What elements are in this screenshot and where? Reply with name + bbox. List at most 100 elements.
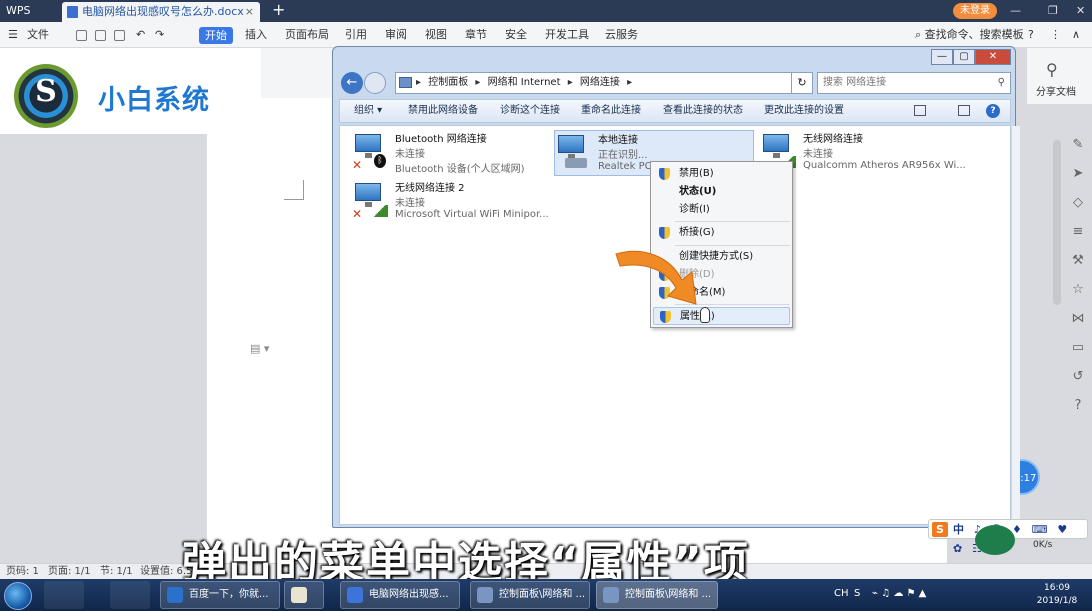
- explorer-close-icon[interactable]: ✕: [975, 49, 1011, 65]
- organize-button[interactable]: 组织 ▾: [354, 100, 382, 122]
- view-status-button[interactable]: 查看此连接的状态: [663, 100, 743, 122]
- document-tab[interactable]: 电脑网络出现感叹号怎么办.docx ×: [62, 2, 260, 22]
- system-clock[interactable]: 16:09 2019/1/8: [1030, 582, 1084, 608]
- archive-icon[interactable]: ▭: [1064, 333, 1092, 362]
- preview-pane-icon[interactable]: [958, 105, 970, 116]
- taskbar-app-qq[interactable]: [44, 581, 84, 609]
- address-bar[interactable]: ▸ 控制面板 ▸ 网络和 Internet ▸ 网络连接 ▸: [395, 72, 797, 94]
- minimize-icon[interactable]: —: [1010, 0, 1021, 22]
- document-note-icon[interactable]: ▤ ▾: [250, 342, 269, 355]
- connection-status: 未连接: [395, 149, 425, 160]
- star-icon[interactable]: ☆: [1064, 275, 1092, 304]
- network-adapter-icon: [355, 134, 381, 158]
- menu-item-status[interactable]: 状态(U): [653, 183, 790, 201]
- view-options-icon[interactable]: [914, 105, 926, 116]
- taskbar-task-browser[interactable]: 百度一下，你就...: [160, 581, 280, 609]
- network-speed-label: 0K/s: [1033, 540, 1053, 550]
- breadcrumb-separator[interactable]: ▸: [568, 77, 573, 88]
- menu-item-disable[interactable]: 禁用(B): [653, 165, 790, 183]
- print-icon[interactable]: [95, 30, 106, 41]
- menu-page-layout[interactable]: 页面布局: [285, 22, 329, 48]
- diagnose-connection-button[interactable]: 诊断这个连接: [500, 100, 560, 122]
- menu-dev-tools[interactable]: 开发工具: [545, 22, 589, 48]
- menu-view[interactable]: 视图: [425, 22, 447, 48]
- close-icon[interactable]: ✕: [1076, 0, 1085, 22]
- refresh-icon[interactable]: ↻: [791, 72, 813, 94]
- ime-status[interactable]: 中 ♪ ☺ ♦ ⌨ ♥ ✿ ☷: [953, 520, 1087, 558]
- forward-arrow-icon[interactable]: [364, 72, 386, 94]
- breadcrumb-separator[interactable]: ▸: [627, 77, 632, 88]
- select-icon[interactable]: ➤: [1064, 159, 1092, 188]
- find-command-search[interactable]: ⌕ 查找命令、搜索模板: [915, 22, 1024, 48]
- menu-item-diagnose[interactable]: 诊断(I): [653, 201, 790, 219]
- menu-security[interactable]: 安全: [505, 22, 527, 48]
- wps-app-name: WPS: [6, 4, 31, 17]
- menu-reference[interactable]: 引用: [345, 22, 367, 48]
- shape-icon[interactable]: ◇: [1064, 188, 1092, 217]
- menu-home[interactable]: 开始: [199, 27, 233, 44]
- breadcrumb-network-internet[interactable]: 网络和 Internet: [488, 77, 561, 88]
- breadcrumb-control-panel[interactable]: 控制面板: [428, 77, 468, 88]
- help-icon[interactable]: ?: [986, 104, 1000, 118]
- share-document-label[interactable]: 分享文档: [1036, 83, 1076, 98]
- connection-bluetooth[interactable]: ✕ ᛒ Bluetooth 网络连接 未连接 Bluetooth 设备(个人区域…: [352, 130, 552, 176]
- connection-wireless-2[interactable]: ✕ 无线网络连接 2 未连接 Microsoft Virtual WiFi Mi…: [352, 179, 552, 225]
- taskbar-task-control-panel-2[interactable]: 控制面板\网络和 ...: [596, 581, 718, 609]
- connection-device: Qualcomm Atheros AR956x Wi...: [803, 160, 966, 171]
- disable-device-button[interactable]: 禁用此网络设备: [408, 100, 478, 122]
- start-button-icon[interactable]: [4, 582, 32, 610]
- menu-chapter[interactable]: 章节: [465, 22, 487, 48]
- explorer-maximize-icon[interactable]: ▢: [953, 49, 975, 65]
- network-adapter-icon: [763, 134, 789, 158]
- language-indicator[interactable]: CH: [834, 588, 849, 599]
- explorer-minimize-icon[interactable]: —: [931, 49, 953, 65]
- save-icon[interactable]: [76, 30, 87, 41]
- login-button[interactable]: 未登录: [953, 3, 997, 19]
- history-icon[interactable]: ↺: [1064, 362, 1092, 391]
- connections-scrollbar[interactable]: [1012, 126, 1020, 526]
- breadcrumb-separator[interactable]: ▸: [475, 77, 480, 88]
- collapse-icon[interactable]: ∧: [1072, 22, 1080, 48]
- rename-connection-button[interactable]: 重命名此连接: [581, 100, 641, 122]
- change-settings-button[interactable]: 更改此连接的设置: [764, 100, 844, 122]
- menu-insert[interactable]: 插入: [245, 22, 267, 48]
- redo-icon[interactable]: ↷: [155, 22, 164, 48]
- menu-item-properties[interactable]: 属性(R): [653, 307, 790, 325]
- side-toolbar: ✎ ➤ ◇ ≡ ⚒ ☆ ⋈ ▭ ↺ ?: [1064, 130, 1092, 420]
- taskbar-app-game[interactable]: [110, 581, 150, 609]
- preview-icon[interactable]: [114, 30, 125, 41]
- menu-icon[interactable]: ☰: [8, 22, 18, 48]
- breadcrumb-separator[interactable]: ▸: [416, 77, 421, 88]
- wps-home-tab[interactable]: WPS: [0, 0, 58, 22]
- document-tab-label: 电脑网络出现感叹号怎么办.docx: [82, 5, 244, 18]
- help-icon[interactable]: ?: [1028, 22, 1034, 48]
- tools-icon[interactable]: ⚒: [1064, 246, 1092, 275]
- more-icon[interactable]: ⋮: [1050, 22, 1061, 48]
- connection-device: Realtek PCI: [598, 161, 655, 172]
- menu-item-bridge[interactable]: 桥接(G): [653, 224, 790, 242]
- new-tab-button[interactable]: +: [272, 0, 285, 20]
- tray-icons[interactable]: ⌁ ♫ ☁ ⚑ ▲: [872, 588, 926, 599]
- search-icon[interactable]: ⚲: [998, 73, 1005, 93]
- taskbar-task-control-panel-1[interactable]: 控制面板\网络和 ...: [470, 581, 590, 609]
- question-icon[interactable]: ?: [1064, 391, 1092, 420]
- back-arrow-icon[interactable]: ←: [341, 72, 363, 94]
- search-input[interactable]: 搜索 网络连接 ⚲: [817, 72, 1011, 94]
- breadcrumb-network-connections[interactable]: 网络连接: [580, 77, 620, 88]
- document-scrollbar[interactable]: [1053, 140, 1061, 305]
- pen-icon[interactable]: ✎: [1064, 130, 1092, 159]
- share-node-icon[interactable]: ⋈: [1064, 304, 1092, 333]
- adjust-icon[interactable]: ≡: [1064, 217, 1092, 246]
- menu-cloud[interactable]: 云服务: [605, 22, 638, 48]
- tray-ime-icon[interactable]: S: [854, 588, 860, 599]
- menu-review[interactable]: 审阅: [385, 22, 407, 48]
- taskbar-task-tool[interactable]: [284, 581, 324, 609]
- sogou-ime-icon[interactable]: S: [932, 522, 948, 537]
- undo-icon[interactable]: ↶: [136, 22, 145, 48]
- network-speed-widget[interactable]: [975, 525, 1015, 555]
- taskbar-task-wps[interactable]: 电脑网络出现感...: [340, 581, 460, 609]
- maximize-icon[interactable]: ❐: [1048, 0, 1058, 22]
- close-tab-icon[interactable]: ×: [245, 2, 254, 22]
- share-icon[interactable]: ⚲: [1046, 60, 1058, 79]
- menu-file[interactable]: 文件: [27, 22, 49, 48]
